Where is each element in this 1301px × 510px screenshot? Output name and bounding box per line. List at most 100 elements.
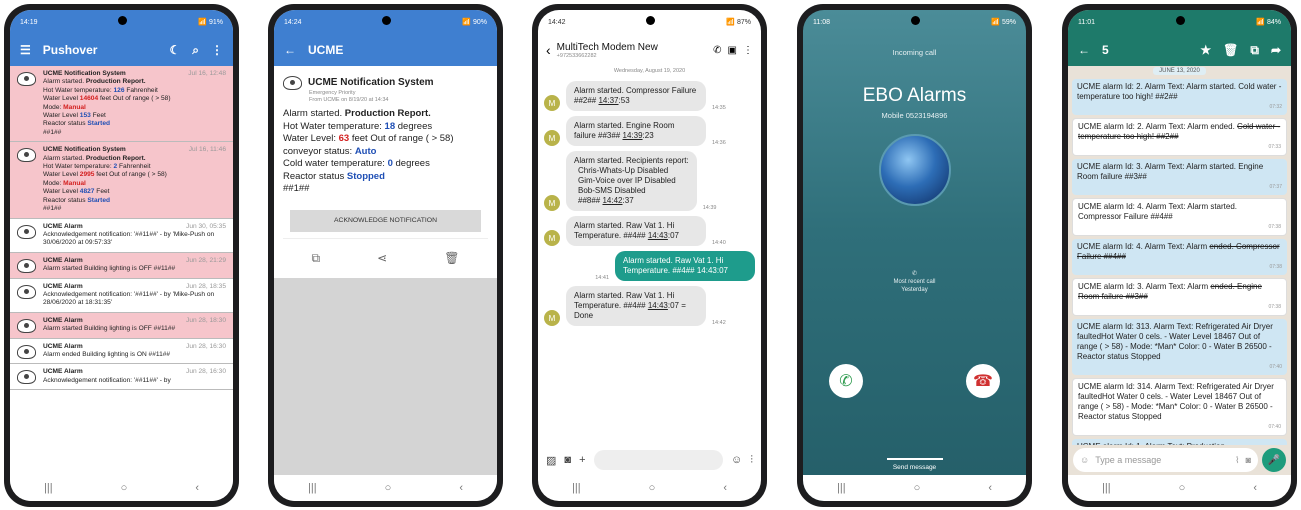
message-bubble[interactable]: Alarm started. Engine Room failure ##3##… [566, 116, 706, 146]
message-input[interactable]: ☺ Type a message ⌇ ◙ [1073, 448, 1258, 472]
notification-title: UCME Alarm [43, 282, 83, 290]
back-button[interactable]: ‹ [988, 482, 992, 494]
star-icon[interactable]: ★ [1200, 43, 1211, 57]
message-input[interactable] [593, 450, 724, 470]
message-bubble[interactable]: Alarm started. Raw Vat 1. Hi Temperature… [566, 286, 706, 326]
chat-message[interactable]: UCME alarm Id: 313. Alarm Text: Refriger… [1072, 319, 1287, 375]
notification-item[interactable]: UCME Alarm Jun 30, 05:35 Acknowledgement n… [10, 219, 233, 253]
menu-icon[interactable]: ☰ [20, 43, 31, 57]
camera-icon[interactable]: ◙ [1246, 455, 1251, 465]
notification-item[interactable]: UCME Notification System Jul 16, 12:48 Ala… [10, 66, 233, 143]
decline-call-button[interactable]: ☎ [966, 364, 1000, 398]
notification-title: UCME Alarm [43, 368, 83, 376]
eye-logo-icon [17, 284, 36, 299]
notification-item[interactable]: UCME Alarm Jun 28, 21:29 Alarm started Bui… [10, 252, 233, 279]
attach-icon[interactable]: ⌇ [1235, 455, 1239, 466]
phone-pushover: 14:19 📶 91% ☰ Pushover ☾ ⌕ ⋮ UCME Notific… [4, 4, 239, 507]
date-divider: Wednesday, August 19, 2020 [613, 68, 686, 74]
contact-number: +972533662282 [556, 52, 597, 59]
message-list: M Alarm started. Compressor Failure ##2##… [538, 76, 761, 445]
video-icon[interactable]: ▣ [728, 45, 737, 56]
message-bubble[interactable]: Alarm started. Recipients report: Chris-W… [566, 151, 697, 211]
notification-time: Jun 28, 18:30 [186, 316, 226, 324]
notification-text: Acknowledgement notification: '##11##' -… [43, 376, 171, 384]
more-icon[interactable]: ⋮ [211, 43, 223, 57]
message-time: 07:37 [1269, 184, 1282, 190]
home-button[interactable]: ○ [385, 482, 392, 494]
search-icon[interactable]: ⌕ [192, 43, 199, 58]
camera-icon[interactable]: ◙ [564, 454, 571, 466]
notification-time: Jul 16, 11:46 [188, 146, 226, 154]
notification-item[interactable]: UCME Alarm Jun 28, 18:30 Alarm started Bui… [10, 312, 233, 339]
home-button[interactable]: ○ [649, 482, 656, 494]
compose-bar: ☺ Type a message ⌇ ◙ 🎤 [1068, 445, 1291, 475]
sent-bubble[interactable]: Alarm started. Raw Vat 1. Hi Temperature… [615, 251, 755, 281]
notification-item[interactable]: UCME Notification System Jul 16, 11:46 Ala… [10, 142, 233, 219]
phone-icon[interactable]: ✆ [713, 45, 721, 56]
more-icon[interactable]: ⋮ [743, 45, 753, 56]
message-row: M Alarm started. Raw Vat 1. Hi Temperatur… [544, 286, 755, 326]
phone-incoming-call: 11:08 📶 59% Incoming call EBO Alarms Mobi… [797, 4, 1032, 507]
chat-message[interactable]: UCME alarm Id: 2. Alarm Text: Alarm star… [1072, 79, 1287, 115]
mic-button[interactable]: 🎤 [1262, 448, 1286, 472]
home-button[interactable]: ○ [914, 482, 921, 494]
back-button[interactable]: ‹ [459, 482, 463, 494]
notification-item[interactable]: UCME Alarm Jun 28, 18:35 Acknowledgement n… [10, 279, 233, 313]
empty-area [274, 277, 497, 475]
conversation-header: ‹ MultiTech Modem New +972533662282 ✆ ▣ … [538, 34, 761, 66]
recents-button[interactable]: ||| [1102, 482, 1111, 494]
recents-button[interactable]: ||| [44, 482, 53, 494]
gallery-icon[interactable]: ▨ [546, 454, 556, 467]
notification-time: Jul 16, 12:48 [188, 70, 226, 77]
back-arrow-icon[interactable]: ← [1078, 43, 1090, 57]
notification-time: Jun 30, 05:35 [186, 222, 226, 230]
recents-button[interactable]: ||| [308, 482, 317, 494]
back-chevron-icon[interactable]: ‹ [546, 42, 551, 58]
priority-label: Emergency Priority From UCME on 8/19/20 a… [309, 90, 389, 103]
moon-icon[interactable]: ☾ [170, 43, 181, 57]
chat-message[interactable]: UCME alarm Id: 4. Alarm Text: Alarm star… [1072, 198, 1287, 236]
voice-icon[interactable]: ⫶ [750, 454, 753, 467]
back-button[interactable]: ‹ [723, 482, 727, 494]
forward-icon[interactable]: ➦ [1271, 43, 1281, 57]
chat-message[interactable]: UCME alarm Id: 3. Alarm Text: Alarm ende… [1072, 278, 1287, 316]
sticker-icon[interactable]: ☺ [731, 454, 742, 466]
message-row: M Alarm started. Engine Room failure ##3#… [544, 116, 755, 146]
recents-button[interactable]: ||| [572, 482, 581, 494]
back-button[interactable]: ‹ [1253, 482, 1257, 494]
message-time: 07:38 [1268, 224, 1281, 230]
acknowledge-button[interactable]: ACKNOWLEDGE NOTIFICATION [290, 209, 481, 232]
notification-item[interactable]: UCME Alarm Jun 28, 16:30 Alarm ended Build… [10, 339, 233, 365]
delete-icon[interactable]: 🗑 [1223, 43, 1238, 57]
chat-message[interactable]: UCME alarm Id: 4. Alarm Text: Alarm ende… [1072, 239, 1287, 275]
back-arrow-icon[interactable]: ← [284, 43, 296, 57]
notification-text: Alarm started Building lighting is OFF #… [43, 325, 176, 333]
sent-message-row: 14:41 Alarm started. Raw Vat 1. Hi Temper… [544, 251, 755, 281]
chat-message[interactable]: UCME alarm Id: 314. Alarm Text: Refriger… [1072, 378, 1287, 436]
app-bar: ← 5 ★ 🗑 ⧉ ➦ [1068, 34, 1291, 66]
message-bubble[interactable]: Alarm started. Raw Vat 1. Hi Temperature… [566, 216, 706, 246]
message-time: 07:33 [1268, 144, 1281, 150]
notification-title: UCME Alarm [43, 342, 83, 350]
home-button[interactable]: ○ [121, 482, 128, 494]
message-bubble[interactable]: Alarm started. Compressor Failure ##2## … [566, 81, 706, 111]
chat-message[interactable]: UCME alarm Id: 2. Alarm Text: Alarm ende… [1072, 118, 1287, 156]
send-message-button[interactable]: Send message [803, 464, 1026, 471]
back-button[interactable]: ‹ [195, 482, 199, 494]
emoji-icon[interactable]: ☺ [1080, 455, 1089, 465]
share-icon[interactable]: ⋖ [377, 251, 387, 265]
recents-button[interactable]: ||| [837, 482, 846, 494]
delete-icon[interactable]: 🗑 [444, 251, 459, 265]
app-name: UCME Notification System [308, 76, 434, 88]
copy-icon[interactable]: ⧉ [1250, 43, 1259, 58]
compose-bar: ▨ ◙ + ☺ ⫶ [538, 445, 761, 475]
home-button[interactable]: ○ [1179, 482, 1186, 494]
notification-item[interactable]: UCME Alarm Jun 28, 16:30 Acknowledgement n… [10, 364, 233, 391]
message-time: 07:38 [1268, 304, 1281, 310]
plus-icon[interactable]: + [579, 454, 585, 466]
answer-call-button[interactable]: ✆ [829, 364, 863, 398]
copy-icon[interactable]: ⧉ [312, 251, 321, 266]
chat-message[interactable]: UCME alarm Id: 3. Alarm Text: Alarm star… [1072, 159, 1287, 195]
chat-message[interactable]: UCME alarm Id: 1. Alarm Text: Production [1072, 439, 1287, 445]
status-battery: 📶 91% [198, 19, 223, 26]
